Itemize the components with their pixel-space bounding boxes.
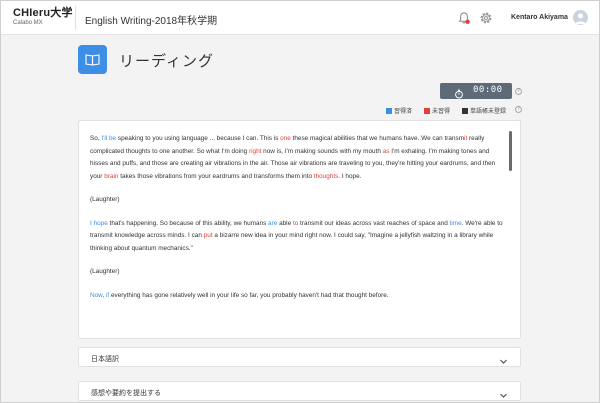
legend-swatch-mastered bbox=[386, 107, 392, 114]
legend-label-mastered: 習得済 bbox=[394, 109, 413, 115]
word-unmastered[interactable]: right bbox=[249, 148, 261, 155]
header-divider bbox=[75, 6, 76, 30]
user-name[interactable]: Kentaro Akiyama bbox=[511, 14, 568, 21]
text-segment: these magical abilities that we humans h… bbox=[290, 135, 465, 142]
word-unmastered[interactable]: one bbox=[280, 135, 291, 142]
legend-swatch-unmastered bbox=[424, 107, 430, 114]
paragraph-3: I hope that's happening. So because of t… bbox=[90, 218, 508, 256]
legend-label-unmastered: 未習得 bbox=[432, 109, 451, 115]
text-segment: that's happening. So because of this abi… bbox=[107, 219, 269, 227]
reading-panel: So, I'll be speaking to you using langua… bbox=[78, 120, 521, 339]
stopwatch-icon bbox=[454, 86, 464, 104]
text-segment: takes those vibrations from your eardrum… bbox=[118, 172, 314, 180]
paragraph-4: (Laughter) bbox=[90, 268, 120, 275]
page-title: リーディング bbox=[119, 53, 214, 70]
text-segment: speaking to you using language ... becau… bbox=[116, 135, 281, 142]
timer-value: 00:00 bbox=[473, 85, 503, 95]
text-segment: able bbox=[277, 219, 293, 227]
word-mastered[interactable]: time bbox=[450, 220, 462, 227]
brand-logo[interactable]: CHIeru大学 Calabo MX bbox=[13, 7, 73, 27]
word-mastered[interactable]: hope bbox=[94, 220, 108, 227]
text-segment: . I hope. bbox=[338, 172, 362, 180]
top-header: CHIeru大学 Calabo MX English Writing-2018年… bbox=[1, 1, 599, 35]
reading-scrollbar[interactable] bbox=[509, 131, 512, 171]
reading-text: So, I'll be speaking to you using langua… bbox=[90, 133, 508, 313]
accordion-translation[interactable]: 日本語訳 bbox=[78, 347, 521, 367]
accordion-translation-label: 日本語訳 bbox=[91, 356, 119, 363]
legend-swatch-unregistered bbox=[462, 107, 468, 114]
text-segment: So, bbox=[90, 135, 102, 142]
paragraph-5: Now, if everything has gone relatively w… bbox=[90, 290, 508, 303]
accordion-submit-summary[interactable]: 感想や要約を提出する bbox=[78, 381, 521, 401]
paragraph-2: (Laughter) bbox=[90, 196, 120, 203]
timer-help-icon[interactable]: ? bbox=[515, 88, 522, 95]
accordion-submit-summary-label: 感想や要約を提出する bbox=[91, 390, 161, 397]
word-unmastered[interactable]: put bbox=[204, 232, 213, 239]
bell-icon[interactable] bbox=[456, 10, 472, 26]
chevron-down-icon bbox=[499, 387, 508, 403]
word-mastered[interactable]: Now bbox=[90, 292, 102, 299]
legend-label-unregistered: 単語帳未登録 bbox=[470, 109, 507, 115]
legend-help-icon[interactable]: ? bbox=[515, 106, 522, 113]
avatar[interactable] bbox=[573, 10, 588, 25]
word-mastered[interactable]: are bbox=[268, 220, 277, 227]
gear-icon[interactable] bbox=[478, 10, 494, 26]
brand-subtitle: Calabo MX bbox=[13, 20, 43, 26]
legend-unmastered: 未習得 bbox=[424, 106, 450, 115]
word-unmastered[interactable]: brain bbox=[104, 173, 118, 180]
timer-button[interactable]: 00:00 bbox=[440, 83, 512, 99]
chevron-down-icon bbox=[499, 353, 508, 371]
legend-unregistered: 単語帳未登録 bbox=[462, 106, 506, 115]
word-unmastered[interactable]: thoughts bbox=[314, 173, 339, 180]
book-icon bbox=[78, 45, 107, 74]
text-segment: everything has gone relatively well in y… bbox=[109, 291, 389, 299]
brand-name: CHIeru大学 bbox=[13, 7, 73, 19]
legend-mastered: 習得済 bbox=[386, 106, 412, 115]
text-segment: transmit our ideas across vast reaches o… bbox=[298, 219, 450, 227]
text-segment: now is, I'm making sounds with my mouth bbox=[261, 147, 383, 155]
course-title[interactable]: English Writing-2018年秋学期 bbox=[85, 12, 217, 27]
paragraph-1: So, I'll be speaking to you using langua… bbox=[90, 133, 508, 183]
